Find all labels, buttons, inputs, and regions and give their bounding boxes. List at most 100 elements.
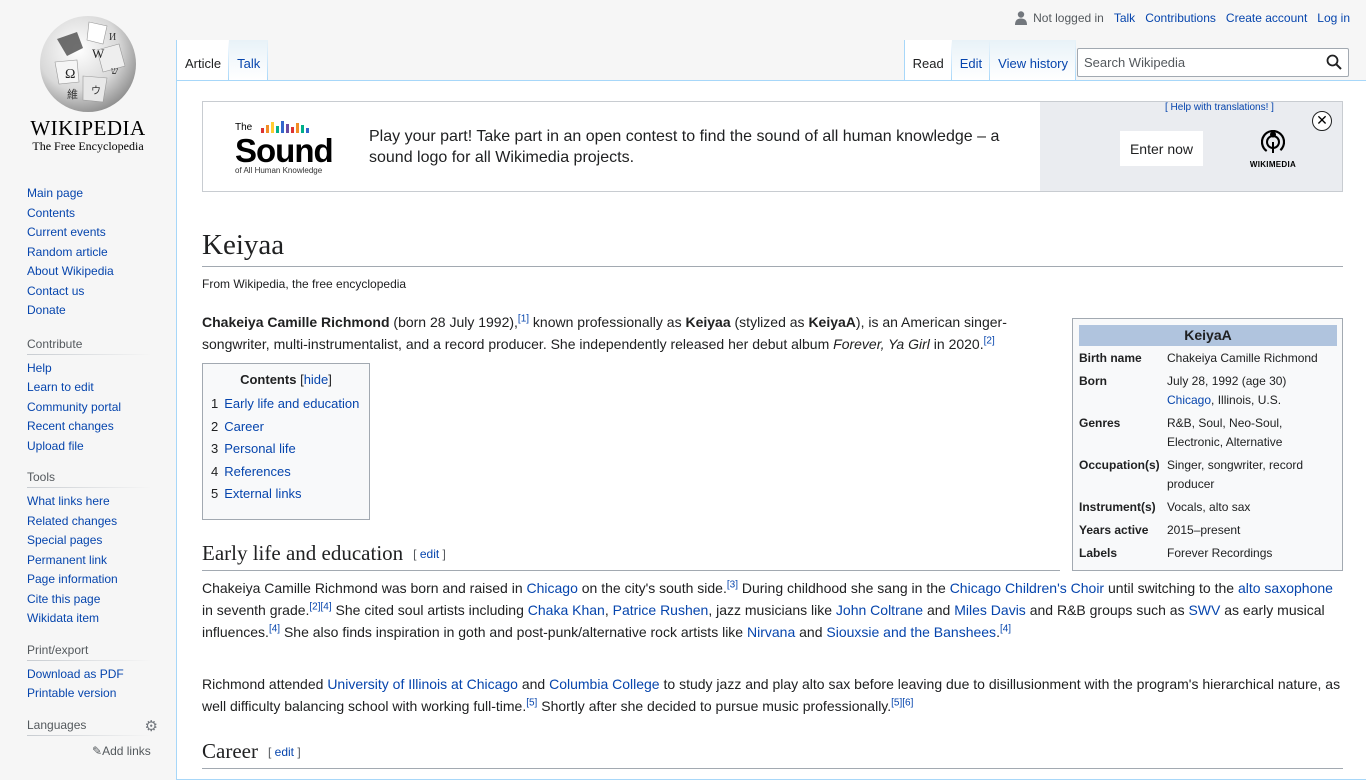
- toc-hide-link[interactable]: hide: [304, 372, 329, 387]
- sidebar-item-printable-version[interactable]: Printable version: [27, 686, 116, 700]
- toc-hide-toggle[interactable]: [hide]: [300, 372, 332, 387]
- section-title: Early life and education: [202, 541, 404, 565]
- toc-link[interactable]: Early life and education: [224, 396, 359, 411]
- paragraph-text: until switching to the: [1104, 580, 1238, 596]
- paragraph-text: ,: [604, 602, 613, 618]
- reference-link[interactable]: [2]: [984, 335, 995, 346]
- alto-saxophone-link[interactable]: alto saxophone: [1238, 580, 1333, 596]
- wikipedia-logo[interactable]: Ω W И 維 ウ ש WIKIPEDIA The Free Encyclope…: [0, 0, 176, 160]
- tab-edit[interactable]: Edit: [952, 40, 990, 80]
- lead-text: (stylized as: [730, 314, 809, 330]
- infobox-row: Years active 2015–present: [1079, 521, 1337, 540]
- sidebar-item-what-links-here[interactable]: What links here: [27, 494, 110, 508]
- patrice-rushen-link[interactable]: Patrice Rushen: [613, 602, 709, 618]
- infobox-row: Birth name Chakeiya Camille Richmond: [1079, 349, 1337, 368]
- toc-item[interactable]: 3 Personal life: [211, 438, 369, 461]
- sidebar-item-random-article[interactable]: Random article: [27, 245, 108, 259]
- banner-message: Play your part! Take part in an open con…: [369, 128, 1000, 166]
- toc-title: Contents [hide]: [211, 372, 369, 387]
- reference-link[interactable]: [4]: [269, 623, 280, 634]
- chicago-link[interactable]: Chicago: [527, 580, 578, 596]
- talk-link[interactable]: Talk: [1114, 11, 1135, 25]
- tab-talk[interactable]: Talk: [229, 40, 268, 80]
- toc-item[interactable]: 4 References: [211, 461, 369, 484]
- toc-item[interactable]: 5 External links: [211, 483, 369, 506]
- gear-icon[interactable]: ⚙: [145, 717, 158, 735]
- toc-link[interactable]: References: [224, 464, 290, 479]
- reference-link[interactable]: [5]: [526, 697, 537, 708]
- toc-item[interactable]: 1 Early life and education: [211, 393, 369, 416]
- create-account-link[interactable]: Create account: [1226, 11, 1307, 25]
- user-icon: [1015, 11, 1028, 25]
- tab-view-history-label: View history: [998, 56, 1068, 71]
- edit-section-link[interactable]: edit: [420, 547, 439, 561]
- contributions-link[interactable]: Contributions: [1145, 11, 1216, 25]
- section-edit: [ edit ]: [413, 547, 446, 561]
- sidebar-item-cite-this-page[interactable]: Cite this page: [27, 592, 100, 606]
- infobox-row: Occupation(s) Singer, songwriter, record…: [1079, 456, 1337, 494]
- toc-link[interactable]: Career: [224, 419, 264, 434]
- search-icon[interactable]: [1326, 54, 1342, 70]
- reference-link[interactable]: [4]: [1000, 623, 1011, 634]
- tab-read[interactable]: Read: [903, 40, 952, 80]
- log-in-link[interactable]: Log in: [1317, 11, 1350, 25]
- toc-link[interactable]: External links: [224, 486, 301, 501]
- sidebar-item-page-information[interactable]: Page information: [27, 572, 118, 586]
- wikimedia-logo: WIKIMEDIA: [1245, 129, 1301, 169]
- sidebar-item-donate[interactable]: Donate: [27, 303, 66, 317]
- sidebar-item-about-wikipedia[interactable]: About Wikipedia: [27, 264, 114, 278]
- enter-now-button[interactable]: Enter now: [1120, 131, 1203, 166]
- infobox-value: R&B, Soul, Neo-Soul, Electronic, Alterna…: [1167, 416, 1283, 449]
- infobox-born-place: , Illinois, U.S.: [1211, 393, 1282, 407]
- sidebar-item-learn-to-edit[interactable]: Learn to edit: [27, 380, 94, 394]
- sidebar-item-recent-changes[interactable]: Recent changes: [27, 419, 114, 433]
- sidebar-item-permanent-link[interactable]: Permanent link: [27, 553, 107, 567]
- infobox-value: Forever Recordings: [1167, 546, 1273, 560]
- paragraph-text: and: [517, 676, 550, 692]
- sidebar-item-help[interactable]: Help: [27, 361, 52, 375]
- tab-view-history[interactable]: View history: [990, 40, 1076, 80]
- toc-link[interactable]: Personal life: [224, 441, 296, 456]
- lead-stylized-name: KeiyaA: [808, 314, 856, 330]
- sidebar-item-contact-us[interactable]: Contact us: [27, 284, 84, 298]
- uic-link[interactable]: University of Illinois at Chicago: [327, 676, 518, 692]
- sidebar-item-related-changes[interactable]: Related changes: [27, 514, 117, 528]
- swv-link[interactable]: SWV: [1188, 602, 1220, 618]
- add-links-link[interactable]: ✎Add links: [92, 744, 151, 758]
- reference-link[interactable]: [1]: [518, 313, 529, 324]
- tab-article[interactable]: Article: [176, 40, 229, 80]
- help-translations-link[interactable]: [ Help with translations! ]: [1165, 102, 1274, 113]
- sidebar-item-community-portal[interactable]: Community portal: [27, 400, 121, 414]
- john-coltrane-link[interactable]: John Coltrane: [836, 602, 923, 618]
- sidebar-item-main-page[interactable]: Main page: [27, 186, 83, 200]
- infobox-value: 2015–present: [1167, 523, 1241, 537]
- sidebar-item-upload-file[interactable]: Upload file: [27, 439, 84, 453]
- search-input[interactable]: [1078, 49, 1318, 76]
- reference-link[interactable]: [3]: [727, 579, 738, 590]
- infobox-row: Genres R&B, Soul, Neo-Soul, Electronic, …: [1079, 414, 1337, 452]
- chaka-khan-link[interactable]: Chaka Khan: [528, 602, 605, 618]
- reference-link[interactable]: [2][4]: [309, 601, 331, 612]
- sidebar-item-wikidata-item[interactable]: Wikidata item: [27, 611, 99, 625]
- toc-item[interactable]: 2 Career: [211, 416, 369, 439]
- columbia-college-link[interactable]: Columbia College: [549, 676, 660, 692]
- siouxsie-banshees-link[interactable]: Siouxsie and the Banshees: [826, 624, 996, 640]
- nirvana-link[interactable]: Nirvana: [747, 624, 795, 640]
- sidebar-item-contents[interactable]: Contents: [27, 206, 75, 220]
- sidebar-item-download-pdf[interactable]: Download as PDF: [27, 667, 124, 681]
- paragraph-text: Shortly after she decided to pursue musi…: [537, 698, 892, 714]
- chicago-childrens-choir-link[interactable]: Chicago Children's Choir: [950, 580, 1104, 596]
- reference-link[interactable]: [5][6]: [891, 697, 913, 708]
- lead-text: (born 28 July 1992),: [389, 314, 518, 330]
- sidebar-item-special-pages[interactable]: Special pages: [27, 533, 102, 547]
- infobox: KeiyaA Birth name Chakeiya Camille Richm…: [1072, 318, 1343, 571]
- tab-edit-label: Edit: [959, 56, 983, 71]
- sound-logo[interactable]: The Sound of All Human Knowledge: [235, 120, 347, 176]
- sidebar-item-current-events[interactable]: Current events: [27, 225, 106, 239]
- infobox-chicago-link[interactable]: Chicago: [1167, 393, 1211, 407]
- page-title: Keiyaa: [202, 229, 1343, 267]
- close-icon[interactable]: ✕: [1312, 111, 1332, 131]
- edit-section-link[interactable]: edit: [275, 745, 294, 759]
- paragraph-text: and: [923, 602, 955, 618]
- miles-davis-link[interactable]: Miles Davis: [954, 602, 1026, 618]
